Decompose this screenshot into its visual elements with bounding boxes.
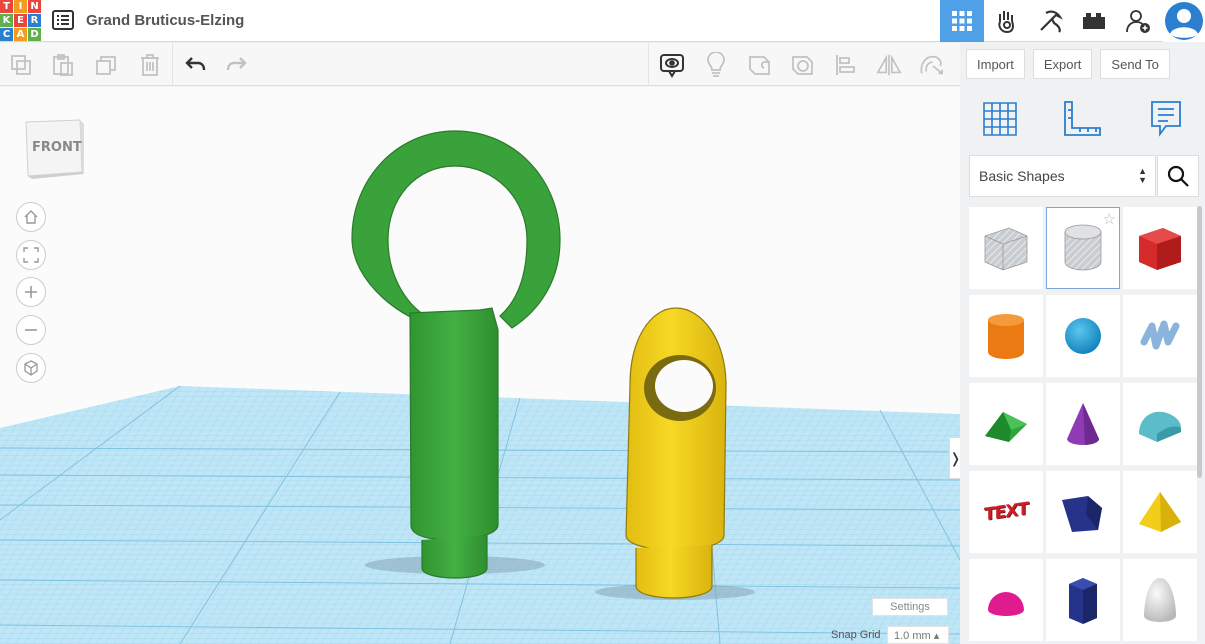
logo-letter: T bbox=[0, 0, 13, 13]
shape-polygon[interactable] bbox=[1046, 559, 1120, 641]
workplane-viewport[interactable]: FRONT Settings Snap Grid 1.0 mm ▴ ❭ bbox=[0, 87, 960, 644]
top-header: T I N K E R C A D Grand Bruticus-Elzing bbox=[0, 0, 1205, 42]
shape-text[interactable]: TEXT bbox=[969, 471, 1043, 553]
send-to-button[interactable]: Send To bbox=[1100, 49, 1170, 79]
logo-letter: R bbox=[28, 14, 41, 27]
snap-grid-label: Snap Grid bbox=[831, 629, 881, 641]
edit-toolbar bbox=[0, 43, 960, 86]
file-tools: Import Export Send To bbox=[960, 43, 1205, 86]
yellow-keychain-plug[interactable] bbox=[625, 307, 727, 599]
shape-solid-icon[interactable] bbox=[747, 52, 773, 78]
logo-letter: A bbox=[14, 28, 27, 41]
select-arrows-icon: ▲ ▼ bbox=[1138, 166, 1147, 185]
add-user-icon[interactable] bbox=[1116, 0, 1160, 42]
shape-sphere[interactable] bbox=[1046, 295, 1120, 377]
zoom-out-button[interactable] bbox=[16, 315, 46, 345]
view-cube[interactable]: FRONT bbox=[24, 118, 84, 179]
mirror-icon[interactable] bbox=[876, 52, 902, 78]
logo-letter: K bbox=[0, 14, 13, 27]
header-buttons bbox=[940, 0, 1160, 42]
shape-roof[interactable] bbox=[969, 383, 1043, 465]
search-icon[interactable] bbox=[1157, 155, 1199, 197]
fit-view-button[interactable] bbox=[16, 240, 46, 270]
tinkercad-logo[interactable]: T I N K E R C A D bbox=[0, 0, 41, 41]
shapes-panel: Basic Shapes ▲ ▼ ☆ TEXT bbox=[960, 87, 1205, 644]
shape-half-sphere[interactable] bbox=[969, 559, 1043, 641]
shape-cylinder-hole[interactable]: ☆ bbox=[1046, 207, 1120, 289]
shape-scribble[interactable] bbox=[1123, 295, 1197, 377]
light-bulb-icon[interactable] bbox=[703, 52, 729, 78]
pickaxe-icon[interactable] bbox=[1028, 0, 1072, 42]
settings-button[interactable]: Settings bbox=[872, 598, 948, 616]
duplicate-icon[interactable] bbox=[94, 52, 120, 78]
shape-category-label: Basic Shapes bbox=[979, 168, 1065, 184]
home-view-button[interactable] bbox=[16, 202, 46, 232]
design-menu-icon[interactable] bbox=[52, 10, 74, 30]
shape-round-roof[interactable] bbox=[1123, 383, 1197, 465]
perspective-toggle-button[interactable] bbox=[16, 353, 46, 383]
shape-wedge[interactable] bbox=[1046, 471, 1120, 553]
shape-category-select[interactable]: Basic Shapes ▲ ▼ bbox=[969, 155, 1156, 197]
notes-panel-icon[interactable] bbox=[1146, 99, 1186, 139]
undo-icon[interactable] bbox=[182, 52, 208, 78]
shape-box[interactable] bbox=[1123, 207, 1197, 289]
shapes-scrollbar[interactable] bbox=[1197, 206, 1202, 478]
grid-view-icon[interactable] bbox=[940, 0, 984, 42]
favorite-star-icon[interactable]: ☆ bbox=[1103, 210, 1116, 228]
shape-hole-icon[interactable] bbox=[790, 52, 816, 78]
shape-cone[interactable] bbox=[1046, 383, 1120, 465]
logo-letter: C bbox=[0, 28, 13, 41]
copy-icon[interactable] bbox=[8, 52, 34, 78]
chevron-right-icon: ❭ bbox=[950, 450, 960, 467]
shape-box-hole[interactable] bbox=[969, 207, 1043, 289]
paste-icon[interactable] bbox=[50, 52, 76, 78]
bricks-icon[interactable] bbox=[1072, 0, 1116, 42]
shape-paraboloid[interactable] bbox=[1123, 559, 1197, 641]
shape-pyramid[interactable] bbox=[1123, 471, 1197, 553]
import-button[interactable]: Import bbox=[966, 49, 1025, 79]
collapse-panel-button[interactable]: ❭ bbox=[949, 437, 960, 479]
text-shape-label: TEXT bbox=[984, 498, 1028, 526]
user-avatar[interactable] bbox=[1163, 0, 1205, 42]
notes-icon[interactable] bbox=[659, 52, 685, 78]
hand-sim-icon[interactable] bbox=[984, 0, 1028, 42]
ruler-icon[interactable] bbox=[1062, 99, 1102, 139]
cruise-icon[interactable] bbox=[918, 52, 944, 78]
align-icon[interactable] bbox=[833, 52, 859, 78]
logo-letter: E bbox=[14, 14, 27, 27]
workplane-scene[interactable] bbox=[0, 87, 960, 644]
logo-letter: D bbox=[28, 28, 41, 41]
logo-letter: I bbox=[14, 0, 27, 13]
logo-letter: N bbox=[28, 0, 41, 13]
workplane-icon[interactable] bbox=[980, 99, 1020, 139]
zoom-in-button[interactable] bbox=[16, 277, 46, 307]
export-button[interactable]: Export bbox=[1032, 49, 1093, 79]
view-cube-label: FRONT bbox=[32, 140, 82, 155]
shape-cylinder[interactable] bbox=[969, 295, 1043, 377]
design-title[interactable]: Grand Bruticus-Elzing bbox=[86, 12, 244, 29]
delete-icon[interactable] bbox=[137, 52, 163, 78]
redo-icon[interactable] bbox=[224, 52, 250, 78]
snap-grid-select[interactable]: 1.0 mm ▴ bbox=[887, 626, 949, 644]
